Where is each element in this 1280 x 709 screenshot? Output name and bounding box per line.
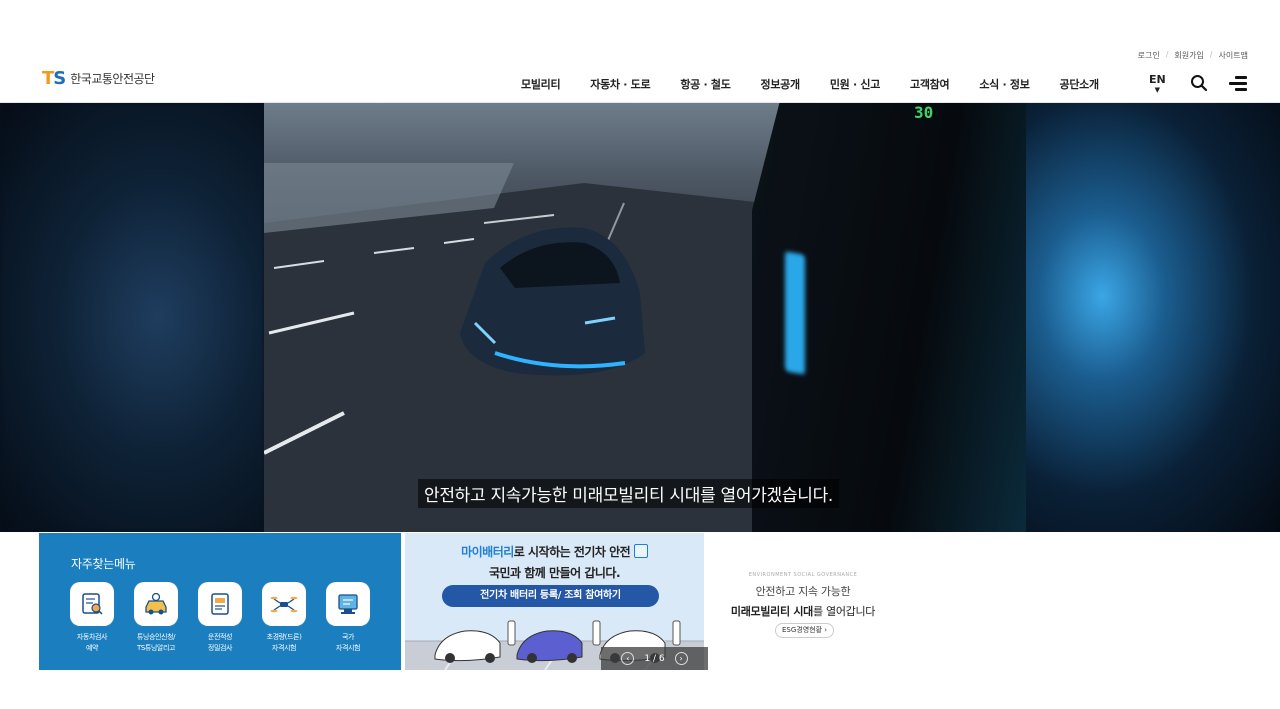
caret-down-icon: ▼ (1154, 86, 1161, 94)
nav-item-news[interactable]: 소식 · 정보 (964, 76, 1044, 92)
nav-item-civil-report[interactable]: 민원 · 신고 (815, 76, 895, 92)
next-slide-icon[interactable]: › (674, 652, 688, 665)
menu-bar (1235, 76, 1247, 79)
exam-icon (326, 582, 370, 626)
nav-item-car-road[interactable]: 자동차 · 도로 (575, 76, 665, 92)
esg-line1: 안전하고 지속 가능한 (755, 585, 851, 598)
sitemap-link[interactable]: 사이트맵 (1219, 50, 1248, 61)
logo-mark-t: T (42, 68, 54, 89)
quick-item-national-exam[interactable]: 국가 자격시험 (326, 582, 370, 654)
hamburger-menu-icon[interactable] (1229, 75, 1249, 91)
car-tuning-icon (134, 582, 178, 626)
quick-item-drone-exam[interactable]: 초경량(드론) 자격시험 (262, 582, 306, 654)
site-logo[interactable]: TS 한국교통안전공단 (42, 68, 155, 89)
banner-pager: ‹ 1 / 6 › (601, 647, 708, 670)
quick-menu-title: 자주찾는메뉴 (71, 557, 136, 571)
slide-counter: 1 / 6 (644, 653, 665, 664)
quick-item-label: 국가 자격시험 (335, 633, 361, 652)
nav-item-info-disclosure[interactable]: 정보공개 (746, 76, 815, 92)
banner-subline: 국민과 함께 만들어 갑니다. (488, 566, 621, 580)
bus-sign: 30 (914, 103, 934, 122)
menu-bar (1235, 88, 1247, 91)
hero-blur-right (1026, 103, 1280, 532)
quick-menu-panel: 자주찾는메뉴 자동차검사 예약 튜닝승인신청/ TS튜닝알리고 운전적성 정밀검… (39, 533, 401, 670)
hero-video[interactable]: 30 안전하고 지속가능한 미래모빌리티 시대를 열어가겠습니다. (0, 103, 1280, 532)
quick-item-tuning[interactable]: 튜닝승인신청/ TS튜닝알리고 (134, 582, 178, 654)
quick-menu-list: 자동차검사 예약 튜닝승인신청/ TS튜닝알리고 운전적성 정밀검사 초경량(드… (70, 582, 370, 654)
banner-headline: 마이배터리로 시작하는 전기차 안전 (405, 543, 704, 560)
logo-mark-s: S (53, 68, 66, 89)
menu-bar (1229, 82, 1247, 85)
bus-light (785, 251, 805, 375)
esg-status-button[interactable]: ESG경영현황 › (775, 623, 835, 638)
site-header (0, 36, 1280, 103)
video-caption: 안전하고 지속가능한 미래모빌리티 시대를 열어가겠습니다. (418, 479, 840, 508)
drone-icon (262, 582, 306, 626)
quick-item-car-inspection[interactable]: 자동차검사 예약 (70, 582, 114, 654)
main-nav: 모빌리티 자동차 · 도로 항공 · 철도 정보공개 민원 · 신고 고객참여 … (506, 76, 1114, 92)
battery-register-button[interactable]: 전기차 배터리 등록/ 조회 참여하기 (442, 585, 659, 607)
search-icon[interactable] (1190, 74, 1208, 92)
utility-links: 로그인 / 회원가입 / 사이트맵 (1138, 50, 1248, 61)
nav-item-air-rail[interactable]: 항공 · 철도 (665, 76, 745, 92)
banner-headline-rest: 로 시작하는 전기차 안전 (513, 545, 631, 559)
login-link[interactable]: 로그인 (1138, 50, 1160, 61)
phone-battery-icon (633, 544, 648, 558)
quick-item-label: 자동차검사 예약 (76, 633, 108, 652)
esg-line2-rest: 를 열어갑니다 (812, 605, 876, 618)
esg-line2-bold: 미래모빌리티 시대 (730, 605, 813, 618)
car-illustration (460, 227, 645, 376)
quick-item-label: 초경량(드론) 자격시험 (266, 633, 302, 652)
nav-item-mobility[interactable]: 모빌리티 (506, 76, 575, 92)
top-bar (0, 0, 1280, 36)
logo-text: 한국교통안전공단 (70, 72, 155, 86)
divider: / (1165, 50, 1169, 59)
document-icon (198, 582, 242, 626)
car-inspection-icon (70, 582, 114, 626)
language-toggle[interactable]: EN ▼ (1149, 74, 1166, 95)
nav-item-customer[interactable]: 고객참여 (895, 76, 964, 92)
hero-blur-left (0, 103, 264, 532)
logo-mark: TS (42, 68, 66, 89)
divider: / (1209, 50, 1213, 59)
esg-line2: 미래모빌리티 시대를 열어갑니다 (708, 603, 898, 619)
esg-panel: ENVIRONMENT SOCIAL GOVERNANCE 안전하고 지속 가능… (708, 533, 898, 670)
page: 로그인 / 회원가입 / 사이트맵 TS 한국교통안전공단 모빌리티 자동차 ·… (0, 0, 1280, 709)
prev-slide-icon[interactable]: ‹ (621, 652, 635, 665)
signup-link[interactable]: 회원가입 (1174, 50, 1203, 61)
quick-item-aptitude-test[interactable]: 운전적성 정밀검사 (198, 582, 242, 654)
quick-item-label: 운전적성 정밀검사 (207, 633, 233, 652)
banner-highlight: 마이배터리 (461, 545, 514, 559)
quick-item-label: 튜닝승인신청/ TS튜닝알리고 (136, 633, 176, 652)
nav-item-about[interactable]: 공단소개 (1045, 76, 1114, 92)
esg-eyebrow: ENVIRONMENT SOCIAL GOVERNANCE (748, 572, 858, 578)
